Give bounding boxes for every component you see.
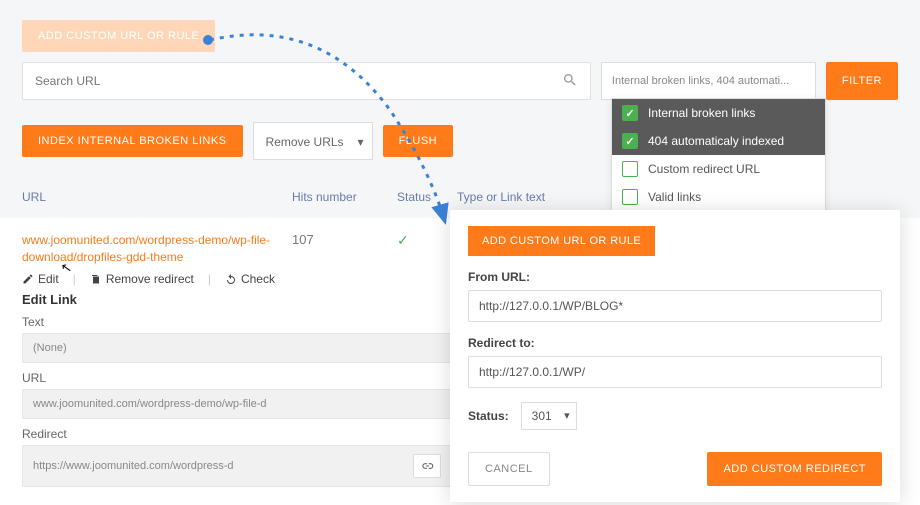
add-custom-url-modal: ADD CUSTOM URL OR RULE From URL: Redirec…	[450, 210, 900, 502]
edit-action[interactable]: Edit	[22, 272, 59, 286]
status-select[interactable]: 301	[521, 402, 577, 430]
index-broken-links-button[interactable]: INDEX INTERNAL BROKEN LINKS	[22, 125, 243, 157]
edit-link-title: Edit Link	[22, 292, 452, 307]
remove-redirect-action[interactable]: Remove redirect	[90, 272, 194, 286]
text-field-label: Text	[22, 315, 452, 329]
col-header-status[interactable]: Status	[397, 190, 457, 204]
edit-link-panel: Edit Link Text (None) URL www.joomunited…	[22, 292, 452, 487]
from-url-label: From URL:	[468, 270, 882, 284]
col-header-hits[interactable]: Hits number	[292, 190, 397, 204]
link-icon[interactable]	[413, 454, 441, 478]
add-custom-url-button-top[interactable]: ADD CUSTOM URL OR RULE	[22, 20, 215, 52]
redirect-field-input[interactable]: https://www.joomunited.com/wordpress-d	[22, 445, 452, 487]
search-box[interactable]	[22, 62, 591, 100]
filter-option-valid[interactable]: Valid links	[612, 183, 825, 211]
text-field-input[interactable]: (None)	[22, 333, 452, 363]
filter-option-custom-redirect[interactable]: Custom redirect URL	[612, 155, 825, 183]
row-hits: 107	[292, 232, 397, 247]
filter-option-internal-broken[interactable]: Internal broken links	[612, 99, 825, 127]
check-label: Check	[241, 272, 275, 286]
filter-button[interactable]: FILTER	[826, 62, 898, 100]
row-status-check-icon: ✓	[397, 232, 457, 249]
remove-urls-select[interactable]: Remove URLs	[253, 122, 373, 160]
flush-button[interactable]: FLUSH	[383, 125, 454, 157]
remove-label: Remove redirect	[106, 272, 194, 286]
status-label: Status:	[468, 409, 509, 423]
checkbox-icon	[622, 161, 638, 177]
filter-option-404[interactable]: 404 automaticaly indexed	[612, 127, 825, 155]
redirect-field-label: Redirect	[22, 427, 452, 441]
search-icon	[562, 72, 578, 91]
filter-option-label: Valid links	[648, 190, 701, 204]
pencil-icon	[22, 273, 34, 285]
redirect-to-input[interactable]	[468, 356, 882, 388]
refresh-icon	[225, 273, 237, 285]
check-action[interactable]: Check	[225, 272, 275, 286]
separator: |	[208, 272, 211, 286]
filter-option-label: 404 automaticaly indexed	[648, 134, 784, 148]
url-field-input[interactable]: www.joomunited.com/wordpress-demo/wp-fil…	[22, 389, 452, 419]
from-url-input[interactable]	[468, 290, 882, 322]
url-field-label: URL	[22, 371, 452, 385]
filter-summary-select[interactable]: Internal broken links, 404 automati...	[601, 62, 816, 100]
edit-label: Edit	[38, 272, 59, 286]
checkbox-icon	[622, 189, 638, 205]
checkbox-icon	[622, 105, 638, 121]
checkbox-icon	[622, 133, 638, 149]
filter-option-label: Internal broken links	[648, 106, 755, 120]
cancel-button[interactable]: CANCEL	[468, 452, 550, 486]
add-custom-redirect-button[interactable]: ADD CUSTOM REDIRECT	[707, 452, 882, 486]
search-input[interactable]	[35, 74, 562, 88]
redirect-to-label: Redirect to:	[468, 336, 882, 350]
trash-icon	[90, 273, 102, 285]
col-header-url[interactable]: URL	[22, 190, 292, 204]
modal-title: ADD CUSTOM URL OR RULE	[468, 226, 655, 256]
filter-option-label: Custom redirect URL	[648, 162, 760, 176]
